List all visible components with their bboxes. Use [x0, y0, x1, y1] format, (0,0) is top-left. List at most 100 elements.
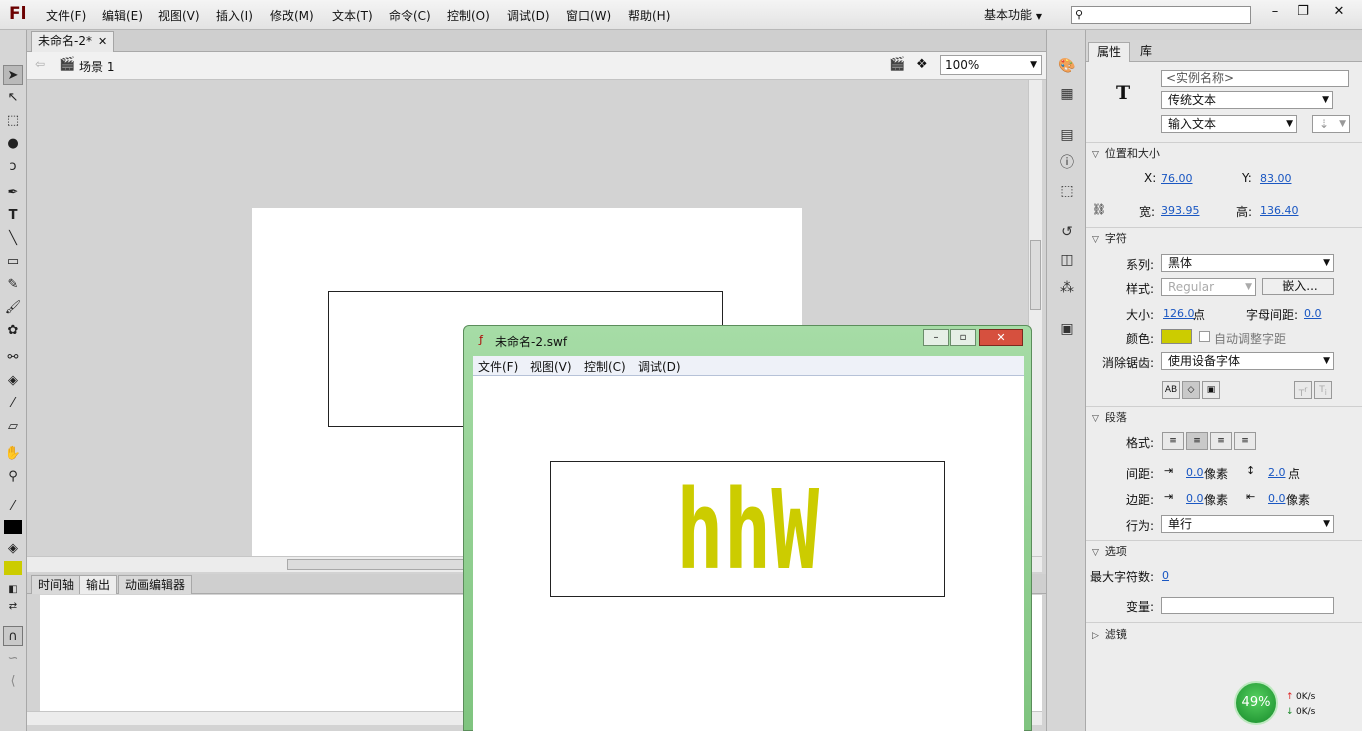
close-button[interactable]: ✕	[1326, 3, 1352, 21]
swf-input-text-field[interactable]: hhW	[550, 461, 945, 597]
behavior-select[interactable]: 单行 ▼	[1161, 515, 1334, 533]
link-icon[interactable]: ⛓	[1092, 203, 1106, 216]
left-margin-value[interactable]: 0.0	[1186, 492, 1204, 505]
subscript-icon[interactable]: Ti	[1314, 381, 1332, 399]
tab-properties[interactable]: 属性	[1088, 42, 1131, 62]
info-icon[interactable]: ⓘ	[1057, 153, 1077, 173]
x-value[interactable]: 76.00	[1161, 172, 1193, 185]
workspace-switcher[interactable]: 基本功能 ▼	[984, 6, 1042, 23]
instance-name-input[interactable]: <实例名称>	[1161, 70, 1349, 87]
swf-menu-file[interactable]: 文件(F)	[478, 358, 518, 375]
free-transform-icon[interactable]: ⬚	[3, 111, 23, 131]
smooth-icon[interactable]: ∽	[3, 649, 23, 669]
hand-tool-icon[interactable]: ✋	[3, 444, 23, 464]
zoom-tool-icon[interactable]: ⚲	[3, 467, 23, 487]
rectangle-tool-icon[interactable]: ▭	[3, 252, 23, 272]
options-section[interactable]: ▽ 选项	[1092, 543, 1127, 559]
menu-modify[interactable]: 修改(M)	[270, 7, 314, 24]
edit-scene-icon[interactable]: 🎬	[889, 57, 905, 72]
align-icon[interactable]: ▤	[1057, 125, 1077, 145]
line-tool-icon[interactable]: ╲	[3, 229, 23, 249]
show-border-icon[interactable]: ▣	[1202, 381, 1220, 399]
render-html-icon[interactable]: ◇	[1182, 381, 1200, 399]
menu-debug[interactable]: 调试(D)	[507, 7, 550, 24]
3d-rotation-icon[interactable]: ●	[3, 134, 23, 154]
right-margin-value[interactable]: 0.0	[1268, 492, 1286, 505]
swf-minimize-button[interactable]: –	[923, 329, 949, 346]
align-left-icon[interactable]: ≡	[1162, 432, 1184, 450]
align-center-icon[interactable]: ≡	[1186, 432, 1208, 450]
swf-maximize-button[interactable]: ▫	[950, 329, 976, 346]
max-chars-value[interactable]: 0	[1162, 569, 1169, 582]
height-value[interactable]: 136.40	[1260, 204, 1299, 217]
text-tool-icon[interactable]: T	[3, 206, 23, 226]
minimize-button[interactable]: –	[1262, 3, 1288, 21]
lasso-icon[interactable]: ↄ	[3, 157, 23, 177]
restore-button[interactable]: ❐	[1290, 3, 1316, 21]
menu-help[interactable]: 帮助(H)	[628, 7, 670, 24]
zoom-select[interactable]: 100% ▼	[940, 55, 1042, 75]
swf-menu-view[interactable]: 视图(V)	[530, 358, 572, 375]
swf-close-button[interactable]: ✕	[979, 329, 1023, 346]
menu-view[interactable]: 视图(V)	[158, 7, 200, 24]
stroke-color-swatch[interactable]	[4, 520, 22, 534]
align-right-icon[interactable]: ≡	[1210, 432, 1232, 450]
menu-file[interactable]: 文件(F)	[46, 7, 86, 24]
width-value[interactable]: 393.95	[1161, 204, 1200, 217]
menu-insert[interactable]: 插入(I)	[216, 7, 253, 24]
text-engine-select[interactable]: 传统文本 ▼	[1161, 91, 1333, 109]
paragraph-section[interactable]: ▽ 段落	[1092, 409, 1127, 425]
autokern-checkbox[interactable]	[1199, 331, 1210, 342]
stroke-color-icon[interactable]: ⁄	[3, 497, 23, 517]
eyedropper-icon[interactable]: ⁄	[3, 394, 23, 414]
antialias-select[interactable]: 使用设备字体 ▼	[1161, 352, 1334, 370]
fill-color-icon[interactable]: ◈	[3, 539, 23, 559]
tab-library[interactable]: 库	[1132, 42, 1160, 62]
superscript-icon[interactable]: Tr	[1294, 381, 1312, 399]
font-family-select[interactable]: 黑体 ▼	[1161, 254, 1334, 272]
text-type-select[interactable]: 输入文本 ▼	[1161, 115, 1297, 133]
embed-button[interactable]: 嵌入...	[1262, 278, 1334, 295]
y-value[interactable]: 83.00	[1260, 172, 1292, 185]
edit-symbol-icon[interactable]: ❖	[916, 57, 928, 72]
swf-menu-control[interactable]: 控制(C)	[584, 358, 626, 375]
fill-color-swatch[interactable]	[4, 561, 22, 575]
back-arrow-icon[interactable]: ⇦	[35, 57, 45, 71]
subselection-tool-icon[interactable]: ↖	[3, 88, 23, 108]
menu-edit[interactable]: 编辑(E)	[102, 7, 143, 24]
scroll-thumb[interactable]	[1030, 240, 1041, 310]
swap-colors-icon[interactable]: ⇄	[3, 597, 23, 617]
variable-input[interactable]	[1161, 597, 1334, 614]
color-panel-icon[interactable]: 🎨	[1057, 56, 1077, 76]
search-input[interactable]: ⚲	[1071, 6, 1251, 24]
tab-motion-editor[interactable]: 动画编辑器	[118, 575, 193, 594]
paint-bucket-icon[interactable]: ◈	[3, 371, 23, 391]
font-style-select[interactable]: Regular ▼	[1161, 278, 1256, 296]
motion-presets-icon[interactable]: ⁂	[1057, 278, 1077, 298]
position-size-section[interactable]: ▽ 位置和大小	[1092, 145, 1160, 161]
document-tab[interactable]: 未命名-2* ✕	[31, 31, 115, 52]
swf-menu-debug[interactable]: 调试(D)	[638, 358, 681, 375]
pencil-tool-icon[interactable]: ✎	[3, 275, 23, 295]
swatches-icon[interactable]: ▦	[1057, 84, 1077, 104]
straighten-icon[interactable]: ⟨	[3, 672, 23, 692]
scene-label[interactable]: 场景 1	[79, 58, 114, 75]
font-size-value[interactable]: 126.0	[1163, 307, 1195, 320]
selection-tool-icon[interactable]: ➤	[3, 65, 23, 85]
menu-control[interactable]: 控制(O)	[447, 7, 490, 24]
close-icon[interactable]: ✕	[98, 35, 107, 48]
menu-text[interactable]: 文本(T)	[332, 7, 373, 24]
components-icon[interactable]: ◫	[1057, 250, 1077, 270]
library-icon[interactable]: ▣	[1057, 319, 1077, 339]
letter-spacing-value[interactable]: 0.0	[1304, 307, 1322, 320]
history-icon[interactable]: ↺	[1057, 222, 1077, 242]
text-orientation-select[interactable]: ⇣ ▼	[1312, 115, 1350, 133]
eraser-icon[interactable]: ▱	[3, 417, 23, 437]
bone-tool-icon[interactable]: ⚯	[3, 348, 23, 368]
text-color-swatch[interactable]	[1161, 329, 1192, 344]
indent-value[interactable]: 0.0	[1186, 466, 1204, 479]
line-spacing-value[interactable]: 2.0	[1268, 466, 1286, 479]
selectable-icon[interactable]: AB	[1162, 381, 1180, 399]
character-section[interactable]: ▽ 字符	[1092, 230, 1127, 246]
tab-timeline[interactable]: 时间轴	[31, 575, 82, 594]
